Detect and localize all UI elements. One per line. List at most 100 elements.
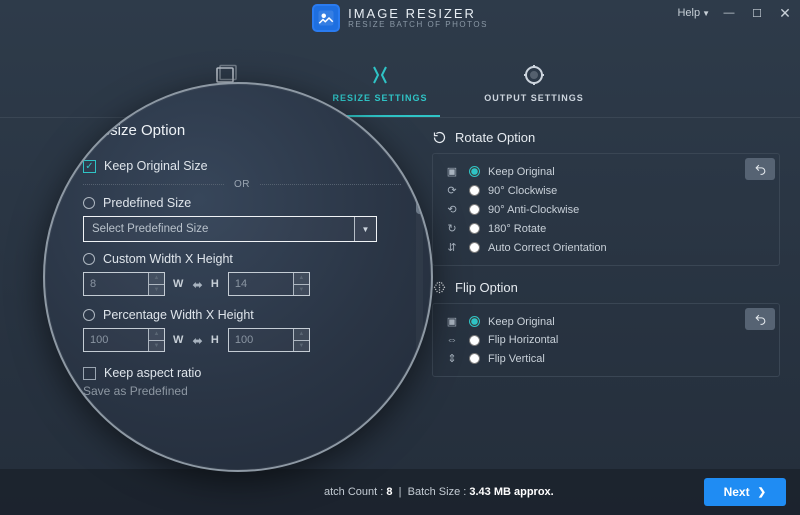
option-label: Keep Original — [488, 316, 555, 328]
spin-up-icon[interactable]: ▲ — [294, 329, 309, 341]
custom-height-input[interactable]: 14 ▲▼ — [228, 272, 310, 296]
auto-rotate-icon: ⇵ — [443, 241, 461, 254]
spin-up-icon[interactable]: ▲ — [294, 273, 309, 285]
undo-icon — [754, 313, 767, 326]
app-logo-icon — [312, 4, 340, 32]
predefined-size-radio[interactable]: Predefined Size — [83, 196, 401, 210]
zoom-lens: ◱ Resize Option ✓ Keep Original Size OR … — [43, 82, 433, 472]
app-window: IMAGE RESIZER RESIZE BATCH OF PHOTOS Hel… — [0, 0, 800, 515]
custom-size-radio[interactable]: Custom Width X Height — [83, 252, 401, 266]
spinner[interactable]: ▲▼ — [148, 273, 164, 295]
spin-down-icon[interactable]: ▼ — [149, 285, 164, 296]
chevron-right-icon: ❯ — [758, 487, 766, 498]
spin-down-icon[interactable]: ▼ — [294, 285, 309, 296]
tab-resize-settings[interactable]: RESIZE SETTINGS — [320, 56, 440, 117]
rotate-90-acw[interactable]: ⟲ 90° Anti-Clockwise — [443, 200, 769, 219]
input-value: 8 — [90, 278, 96, 290]
option-label: 90° Anti-Clockwise — [488, 204, 579, 216]
batch-count-info: atch Count : 8 | Batch Size : 3.43 MB ap… — [324, 486, 554, 498]
batch-size-label: Batch Size : — [408, 486, 467, 498]
select-placeholder: Select Predefined Size — [92, 223, 208, 235]
spinner[interactable]: ▲▼ — [293, 273, 309, 295]
radio-input[interactable] — [469, 166, 480, 177]
resize-option-panel: Resize Option ✓ Keep Original Size OR Pr… — [83, 122, 401, 398]
keep-aspect-ratio-checkbox[interactable]: ✓ Keep aspect ratio — [83, 364, 401, 382]
batch-size-value: 3.43 MB approx. — [469, 486, 553, 498]
rotate-auto-correct[interactable]: ⇵ Auto Correct Orientation — [443, 238, 769, 257]
rotate-section-header: Rotate Option — [432, 130, 780, 145]
spin-up-icon[interactable]: ▲ — [149, 329, 164, 341]
window-controls: Help ▼ — ☐ ✕ — [677, 4, 794, 22]
percentage-size-radio[interactable]: Percentage Width X Height — [83, 308, 401, 322]
save-as-predefined[interactable]: Save as Predefined — [83, 384, 401, 398]
rotate-icon — [432, 130, 447, 145]
option-label: Flip Horizontal — [488, 334, 558, 346]
rotate-heading-text: Rotate Option — [455, 130, 535, 145]
flip-icon — [432, 280, 447, 295]
custom-width-input[interactable]: 8 ▲▼ — [83, 272, 165, 296]
radio-unchecked-icon — [83, 309, 95, 321]
link-icon[interactable]: ⬌ — [192, 277, 202, 292]
option-label: 180° Rotate — [488, 223, 546, 235]
spinner[interactable]: ▲▼ — [293, 329, 309, 351]
keep-original-size-checkbox[interactable]: ✓ Keep Original Size — [83, 157, 401, 175]
radio-input[interactable] — [469, 204, 480, 215]
width-w-label: W — [173, 334, 184, 346]
right-pane: Rotate Option ▣ Keep Original ⟳ 90° Cloc… — [432, 130, 780, 391]
scrollbar-thumb[interactable] — [416, 144, 423, 214]
link-icon[interactable]: ⬌ — [192, 333, 202, 348]
rotate-180-icon: ↻ — [443, 222, 461, 235]
app-subtitle: RESIZE BATCH OF PHOTOS — [348, 21, 488, 29]
radio-input[interactable] — [469, 335, 480, 346]
spin-down-icon[interactable]: ▼ — [149, 341, 164, 352]
next-button[interactable]: Next ❯ — [704, 478, 786, 506]
rotate-90-cw[interactable]: ⟳ 90° Clockwise — [443, 181, 769, 200]
rotate-options-box: ▣ Keep Original ⟳ 90° Clockwise ⟲ 90° An… — [432, 153, 780, 266]
flip-reset-button[interactable] — [745, 308, 775, 330]
radio-input[interactable] — [469, 316, 480, 327]
spinner[interactable]: ▲▼ — [148, 329, 164, 351]
rotate-reset-button[interactable] — [745, 158, 775, 180]
radio-input[interactable] — [469, 242, 480, 253]
spin-up-icon[interactable]: ▲ — [149, 273, 164, 285]
radio-input[interactable] — [469, 353, 480, 364]
flip-vertical[interactable]: ⇕ Flip Vertical — [443, 349, 769, 368]
percent-height-input[interactable]: 100 ▲▼ — [228, 328, 310, 352]
checkbox-unchecked-icon: ✓ — [83, 367, 96, 380]
checkbox-checked-icon: ✓ — [83, 160, 96, 173]
flip-keep-original[interactable]: ▣ Keep Original — [443, 312, 769, 331]
percent-width-input[interactable]: 100 ▲▼ — [83, 328, 165, 352]
rotate-keep-original[interactable]: ▣ Keep Original — [443, 162, 769, 181]
option-label: 90° Clockwise — [488, 185, 557, 197]
height-h-label: H — [211, 334, 220, 346]
minimize-button[interactable]: — — [720, 4, 738, 22]
radio-unchecked-icon — [83, 253, 95, 265]
resize-option-heading: Resize Option — [91, 122, 401, 139]
spin-down-icon[interactable]: ▼ — [294, 341, 309, 352]
radio-input[interactable] — [469, 223, 480, 234]
resize-corner-icon: ◱ — [63, 126, 78, 146]
help-menu[interactable]: Help ▼ — [677, 7, 710, 19]
next-button-label: Next — [724, 485, 750, 499]
option-label: Keep Original Size — [104, 159, 208, 173]
flip-horizontal[interactable]: ⇔ Flip Horizontal — [443, 331, 769, 349]
close-button[interactable]: ✕ — [776, 4, 794, 22]
rotate-180[interactable]: ↻ 180° Rotate — [443, 219, 769, 238]
app-title: IMAGE RESIZER — [348, 7, 488, 21]
flip-section-header: Flip Option — [432, 280, 780, 295]
main-tabs: ADD PHOTOS RESIZE SETTINGS OUTPUT SETTIN… — [0, 56, 800, 118]
option-label: Predefined Size — [103, 196, 191, 210]
flip-options-box: ▣ Keep Original ⇔ Flip Horizontal ⇕ Flip… — [432, 303, 780, 377]
option-label: Auto Correct Orientation — [488, 242, 607, 254]
height-h-label: H — [211, 278, 220, 290]
input-value: 100 — [90, 334, 108, 346]
radio-input[interactable] — [469, 185, 480, 196]
flip-vertical-icon: ⇕ — [443, 352, 461, 365]
dropdown-arrow-icon: ▼ — [354, 217, 376, 241]
scrollbar[interactable] — [416, 144, 423, 354]
input-value: 14 — [235, 278, 247, 290]
maximize-button[interactable]: ☐ — [748, 4, 766, 22]
or-text: OR — [234, 179, 250, 190]
tab-output-settings[interactable]: OUTPUT SETTINGS — [474, 56, 594, 117]
predefined-size-select[interactable]: Select Predefined Size ▼ — [83, 216, 377, 242]
